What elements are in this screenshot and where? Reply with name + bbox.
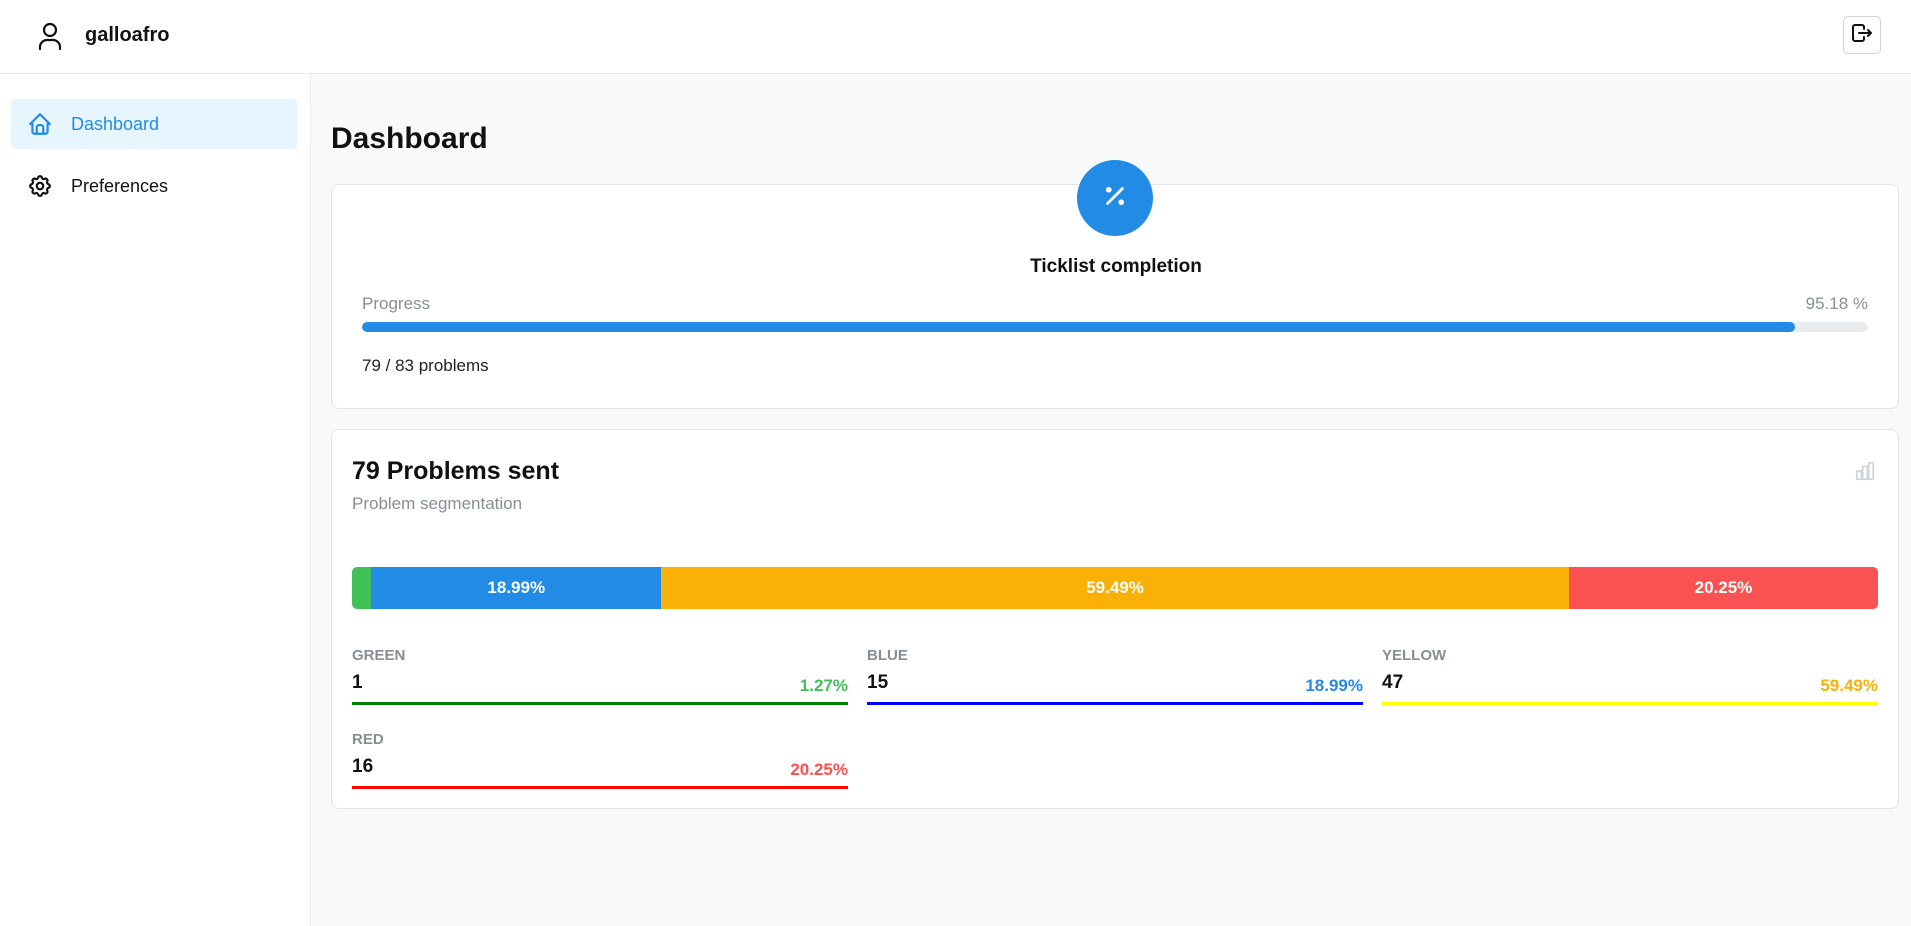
progress-value: 95.18 % — [1805, 294, 1868, 313]
logout-button[interactable] — [1843, 16, 1881, 54]
stat-blue: BLUE 15 18.99% — [867, 647, 1363, 709]
progress-bar-fill — [362, 322, 1796, 332]
sidebar-item-label: Preferences — [71, 176, 169, 196]
page-title: Dashboard — [331, 122, 488, 155]
stat-value: 15 — [867, 672, 889, 693]
sidebar-item-label: Dashboard — [71, 114, 160, 134]
problems-count: 79 / 83 problems — [362, 356, 489, 375]
stat-value: 16 — [352, 756, 374, 777]
sidebar: Dashboard Preferences — [0, 74, 311, 926]
progress-bar — [362, 322, 1868, 332]
stat-yellow: YELLOW 47 59.49% — [1382, 647, 1878, 709]
stat-percent: 1.27% — [799, 676, 848, 695]
logout-icon — [1850, 21, 1874, 50]
stat-label: RED — [352, 731, 384, 748]
segment-0 — [352, 567, 372, 609]
progress-label: Progress — [362, 294, 431, 313]
stat-underline — [867, 702, 1363, 705]
ticklist-title: Ticklist completion — [1030, 256, 1202, 277]
stat-green: GREEN 1 1.27% — [352, 647, 848, 709]
stat-red: RED 16 20.25% — [352, 731, 848, 793]
sidebar-item-preferences[interactable]: Preferences — [11, 161, 297, 211]
username: galloafro — [85, 24, 170, 46]
home-icon — [27, 111, 53, 137]
stat-label: BLUE — [867, 647, 908, 664]
stat-underline — [1382, 702, 1878, 705]
gear-icon — [27, 173, 53, 199]
app-header: galloafro — [0, 0, 1911, 74]
percent-badge — [1077, 160, 1153, 236]
stat-label: YELLOW — [1382, 647, 1447, 664]
bar-chart-icon — [1854, 460, 1876, 482]
segment-3: 20.25% — [1568, 567, 1878, 609]
user-icon — [36, 20, 64, 52]
stat-label: GREEN — [352, 647, 406, 664]
segmentation-subtitle: Problem segmentation — [352, 494, 523, 513]
stat-percent: 20.25% — [790, 760, 848, 779]
stat-value: 1 — [352, 672, 363, 693]
stat-underline — [352, 702, 848, 705]
segment-1: 18.99% — [371, 567, 662, 609]
stat-percent: 18.99% — [1305, 676, 1363, 695]
stat-value: 47 — [1382, 672, 1404, 693]
segmentation-title: 79 Problems sent — [352, 457, 560, 485]
stat-underline — [352, 786, 848, 789]
segment-2: 59.49% — [661, 567, 1569, 609]
percent-icon — [1100, 181, 1130, 216]
segmentation-card: 79 Problems sent Problem segmentation 18… — [331, 429, 1899, 809]
stat-percent: 59.49% — [1820, 676, 1878, 695]
segmentation-bar: 18.99% 59.49% 20.25% — [352, 567, 1878, 609]
sidebar-item-dashboard[interactable]: Dashboard — [11, 99, 297, 149]
